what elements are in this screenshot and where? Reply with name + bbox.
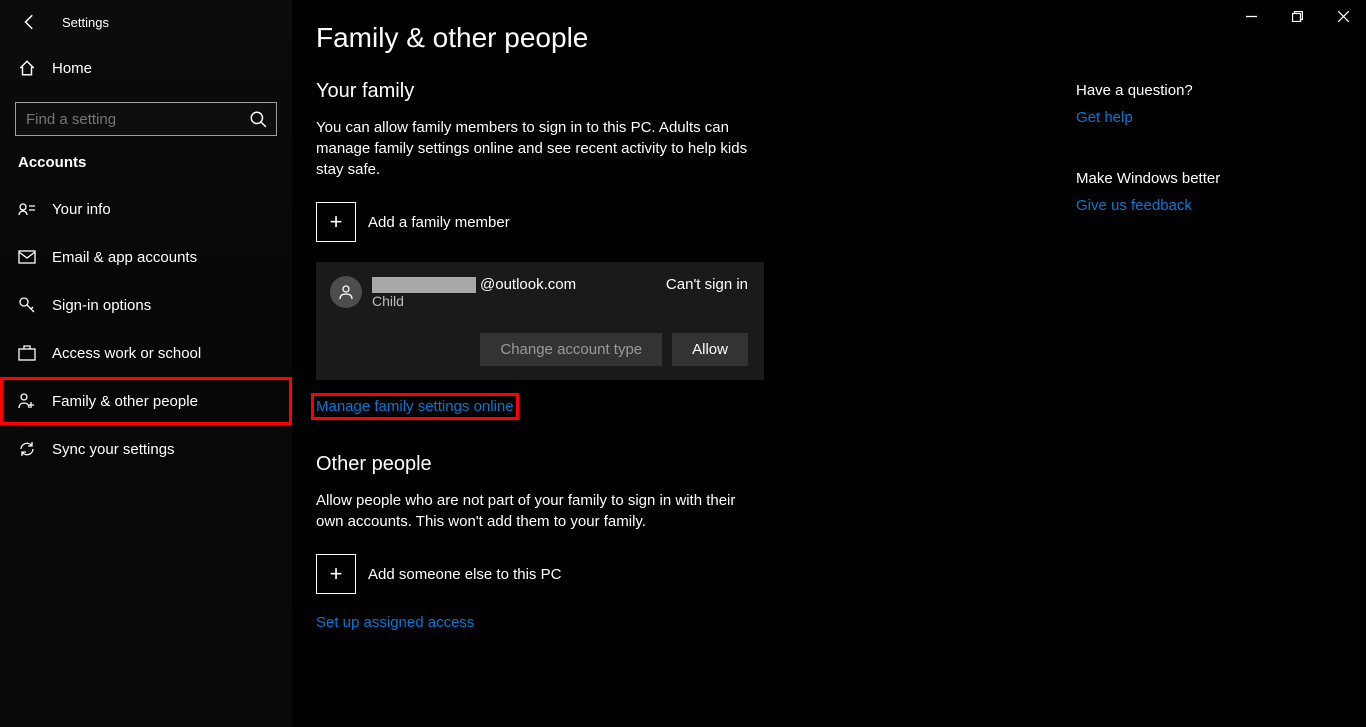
close-icon <box>1338 11 1349 22</box>
app-title: Settings <box>62 15 109 30</box>
sidebar-item-your-info[interactable]: Your info <box>0 185 292 233</box>
family-member-card[interactable]: @outlook.com Child Can't sign in Change … <box>316 262 764 380</box>
add-family-label: Add a family member <box>368 214 510 231</box>
key-icon <box>18 296 36 314</box>
manage-family-link[interactable]: Manage family settings online <box>316 398 514 415</box>
category-label: Accounts <box>0 154 292 185</box>
person-icon <box>338 284 354 300</box>
search-wrap <box>15 102 277 136</box>
back-button[interactable] <box>18 10 42 34</box>
avatar <box>330 276 362 308</box>
home-nav[interactable]: Home <box>0 44 292 92</box>
nav-label: Family & other people <box>52 393 198 410</box>
search-icon <box>249 110 267 128</box>
sync-icon <box>18 440 36 458</box>
sidebar-item-family[interactable]: Family & other people <box>0 377 292 425</box>
family-desc: You can allow family members to sign in … <box>316 117 756 180</box>
nav-label: Your info <box>52 201 111 218</box>
allow-button[interactable]: Allow <box>672 333 748 366</box>
feedback-link[interactable]: Give us feedback <box>1076 197 1192 214</box>
other-desc: Allow people who are not part of your fa… <box>316 490 756 532</box>
arrow-left-icon <box>21 13 39 31</box>
add-other-user[interactable]: + Add someone else to this PC <box>316 554 1016 594</box>
get-help-link[interactable]: Get help <box>1076 109 1133 126</box>
plus-icon: + <box>316 202 356 242</box>
add-family-member[interactable]: + Add a family member <box>316 202 1016 242</box>
plus-icon: + <box>316 554 356 594</box>
member-role: Child <box>372 293 656 309</box>
sidebar-item-signin[interactable]: Sign-in options <box>0 281 292 329</box>
minimize-button[interactable] <box>1228 0 1274 32</box>
sidebar: Settings Home Accounts Your info Email &… <box>0 0 292 727</box>
nav-list: Your info Email & app accounts Sign-in o… <box>0 185 292 473</box>
briefcase-icon <box>18 344 36 362</box>
nav-label: Email & app accounts <box>52 249 197 266</box>
help-question: Have a question? <box>1076 82 1336 99</box>
make-better: Make Windows better <box>1076 170 1336 187</box>
member-email: @outlook.com <box>372 276 656 293</box>
main-content: Family & other people Your family You ca… <box>292 0 1366 727</box>
nav-label: Access work or school <box>52 345 201 362</box>
nav-label: Sign-in options <box>52 297 151 314</box>
maximize-icon <box>1292 11 1303 22</box>
assigned-access-link[interactable]: Set up assigned access <box>316 614 474 631</box>
family-heading: Your family <box>316 80 1016 103</box>
right-column: Have a question? Get help Make Windows b… <box>1076 22 1336 697</box>
maximize-button[interactable] <box>1274 0 1320 32</box>
people-add-icon <box>18 392 36 410</box>
add-other-label: Add someone else to this PC <box>368 566 561 583</box>
other-heading: Other people <box>316 453 1016 476</box>
home-icon <box>18 59 36 77</box>
home-label: Home <box>52 60 92 77</box>
change-account-type-button[interactable]: Change account type <box>480 333 662 366</box>
redacted-name <box>372 277 476 293</box>
close-button[interactable] <box>1320 0 1366 32</box>
page-title: Family & other people <box>316 22 1016 54</box>
mail-icon <box>18 248 36 266</box>
sidebar-item-sync[interactable]: Sync your settings <box>0 425 292 473</box>
sidebar-item-email[interactable]: Email & app accounts <box>0 233 292 281</box>
window-controls <box>1228 0 1366 32</box>
member-status: Can't sign in <box>666 276 748 293</box>
sidebar-item-work[interactable]: Access work or school <box>0 329 292 377</box>
search-input[interactable] <box>15 102 277 136</box>
nav-label: Sync your settings <box>52 441 175 458</box>
person-card-icon <box>18 200 36 218</box>
minimize-icon <box>1246 11 1257 22</box>
